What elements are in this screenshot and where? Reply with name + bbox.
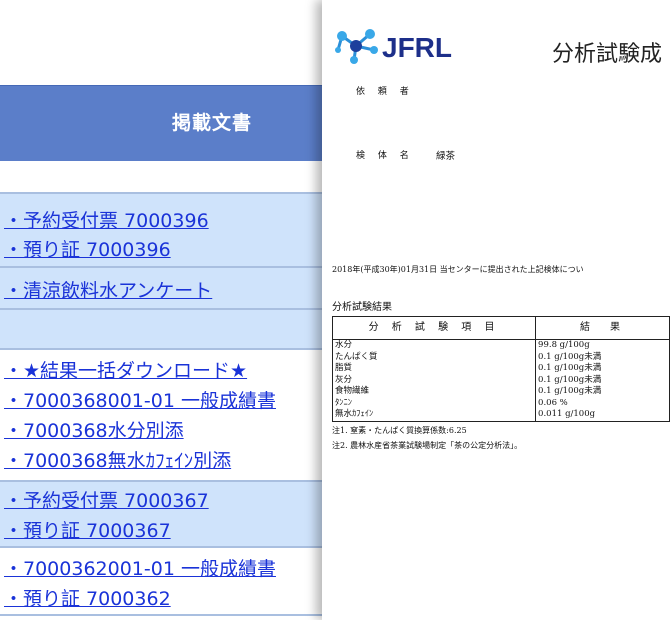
table-row: ・★結果一括ダウンロード★ ・7000368001-01 一般成績書 ・7000… xyxy=(0,350,322,482)
item-cell: 水分 xyxy=(331,339,537,352)
logo-text: JFRL xyxy=(382,32,452,63)
submission-date-text: 2018年(平成30年)01月31日 当センターに提出された上記検体につい xyxy=(332,265,584,274)
requester-label: 依 頼 者 xyxy=(356,87,414,97)
results-heading: 分析試験結果 xyxy=(332,302,392,313)
result-cell: 0.011 g/100g xyxy=(535,409,670,422)
sample-label: 検 体 名 xyxy=(356,151,414,161)
document-title: 分析試験成 xyxy=(552,42,663,67)
molecule-icon xyxy=(335,29,378,64)
result-cell: 99.8 g/100g xyxy=(535,339,670,352)
report-link[interactable]: ・7000368001-01 一般成績書 xyxy=(4,386,276,413)
reservation-form-link[interactable]: ・予約受付票 7000367 xyxy=(4,486,209,513)
result-cell: 0.1 g/100g未満 xyxy=(535,374,670,386)
sample-name: 緑茶 xyxy=(436,151,456,162)
column-header-result: 結 果 xyxy=(535,316,670,340)
table-row: ・7000362001-01 一般成績書 ・預り証 7000362 xyxy=(0,548,322,616)
item-cell: ﾀﾝﾆﾝ xyxy=(331,397,537,409)
result-cell: 0.1 g/100g未満 xyxy=(535,386,670,398)
item-cell: 食物繊維 xyxy=(331,386,537,398)
result-cell: 0.1 g/100g未満 xyxy=(535,351,670,363)
table-row xyxy=(0,161,322,194)
receipt-link[interactable]: ・預り証 7000367 xyxy=(4,516,171,543)
report-link[interactable]: ・7000362001-01 一般成績書 xyxy=(4,554,276,581)
table-row: ・清涼飲料水アンケート xyxy=(0,268,322,310)
column-header-item: 分 析 試 験 項 目 xyxy=(331,316,537,340)
table-row xyxy=(0,310,322,350)
results-table: 分 析 試 験 項 目 結 果 水分 99.8 g/100g たんぱく質 0.1… xyxy=(331,316,670,422)
report-document: JFRL 分析試験成 依 頼 者 検 体 名 緑茶 2018年(平成30年)01… xyxy=(322,0,670,620)
reservation-form-link[interactable]: ・予約受付票 7000396 xyxy=(4,206,209,233)
document-list-panel: 掲載文書 ・予約受付票 7000396 ・預り証 7000396 ・清涼飲料水ア… xyxy=(0,0,322,620)
item-cell: 脂質 xyxy=(331,363,537,375)
table-row: 水分 99.8 g/100g xyxy=(331,339,670,352)
item-cell: 灰分 xyxy=(331,374,537,386)
receipt-link[interactable]: ・預り証 7000396 xyxy=(4,235,171,262)
item-cell: 無水ｶﾌｪｲﾝ xyxy=(331,409,537,422)
table-row: 無水ｶﾌｪｲﾝ 0.011 g/100g xyxy=(331,409,670,422)
table-row: 食物繊維 0.1 g/100g未満 xyxy=(331,386,670,398)
table-row: ・予約受付票 7000367 ・預り証 7000367 xyxy=(0,482,322,548)
header-label: 掲載文書 xyxy=(171,112,252,134)
caffeine-attachment-link[interactable]: ・7000368無水ｶﾌｪｲﾝ別添 xyxy=(4,446,231,473)
moisture-attachment-link[interactable]: ・7000368水分別添 xyxy=(4,416,184,443)
survey-link[interactable]: ・清涼飲料水アンケート xyxy=(4,276,212,303)
result-cell: 0.06 % xyxy=(535,397,670,409)
bulk-download-link[interactable]: ・★結果一括ダウンロード★ xyxy=(4,356,247,383)
note-1: 注1. 窒素・たんぱく質換算係数:6.25 xyxy=(332,426,467,435)
table-row: 灰分 0.1 g/100g未満 xyxy=(331,374,670,386)
table-row: たんぱく質 0.1 g/100g未満 xyxy=(331,351,670,363)
table-row: ﾀﾝﾆﾝ 0.06 % xyxy=(331,397,670,409)
table-row: 脂質 0.1 g/100g未満 xyxy=(331,363,670,375)
table-header: 掲載文書 xyxy=(0,85,322,162)
note-2: 注2. 農林水産省茶業試験場制定「茶の公定分析法」。 xyxy=(332,441,523,450)
table-row: ・予約受付票 7000396 ・預り証 7000396 xyxy=(0,194,322,268)
result-cell: 0.1 g/100g未満 xyxy=(535,363,670,375)
receipt-link[interactable]: ・預り証 7000362 xyxy=(4,584,171,611)
item-cell: たんぱく質 xyxy=(331,351,537,363)
jfrl-logo: JFRL xyxy=(334,26,474,72)
